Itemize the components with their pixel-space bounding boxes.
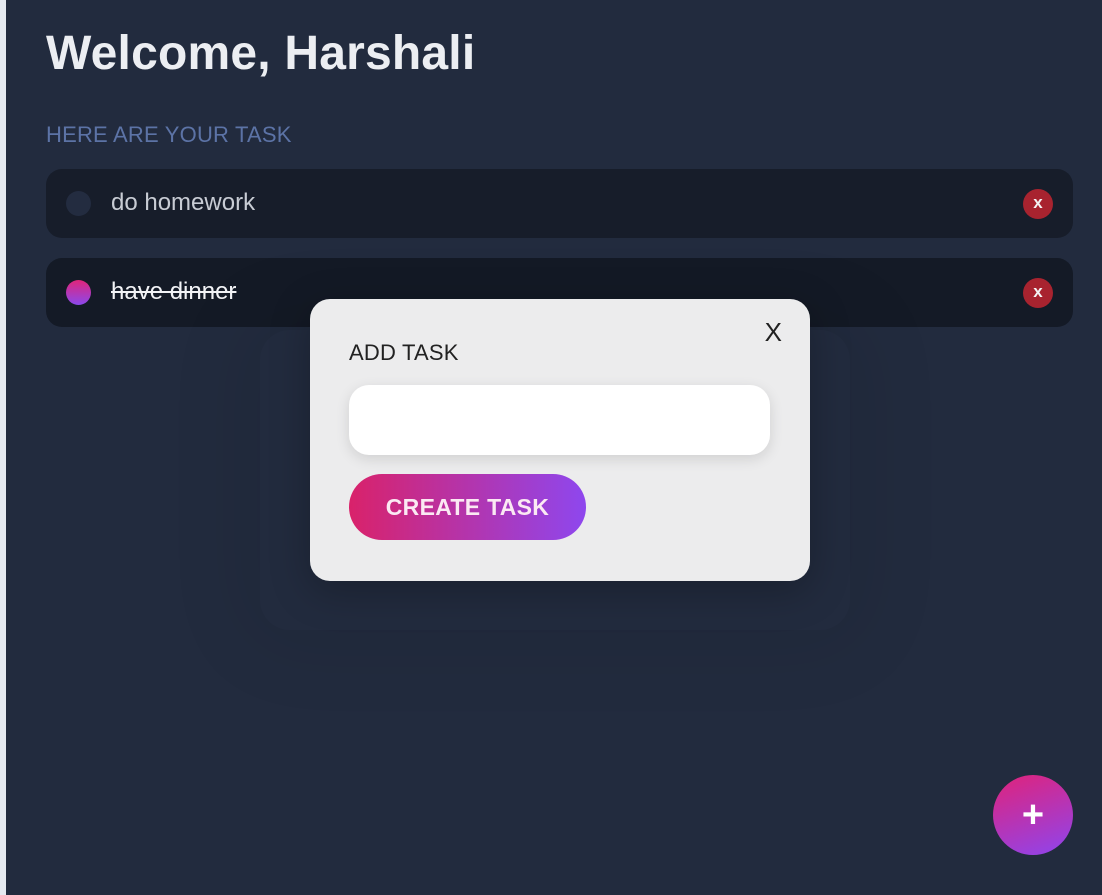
close-modal-button[interactable]: X [765,319,782,345]
task-list-heading: HERE ARE YOUR TASK [46,122,292,147]
modal-title: ADD TASK [349,340,459,365]
task-checkbox[interactable] [66,191,91,216]
task-label[interactable]: have dinner [111,278,236,306]
task-label[interactable]: do homework [111,189,255,217]
page-title: Welcome, Harshali [46,27,476,80]
delete-task-button[interactable]: x [1023,278,1053,308]
create-task-button[interactable]: CREATE TASK [349,474,586,540]
task-checkbox[interactable] [66,280,91,305]
delete-task-button[interactable]: x [1023,189,1053,219]
add-task-modal: X ADD TASK CREATE TASK [310,299,810,581]
plus-icon: + [1021,794,1045,836]
task-name-input[interactable] [349,385,770,455]
add-task-fab[interactable]: + [993,775,1073,855]
task-item: do homework x [46,169,1073,238]
